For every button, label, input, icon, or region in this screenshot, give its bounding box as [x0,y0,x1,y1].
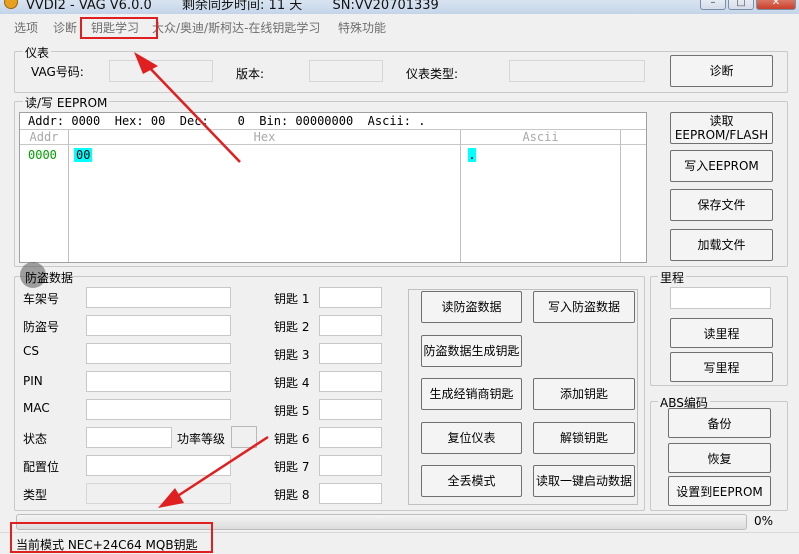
key-7-field[interactable] [319,455,382,476]
gen-dealer-key-button[interactable]: 生成经销商钥匙 [421,378,522,410]
abs-restore-button[interactable]: 恢复 [668,443,771,473]
maximize-button[interactable]: □ [728,0,754,10]
all-keys-lost-button[interactable]: 全丢模式 [421,465,522,497]
reset-cluster-button[interactable]: 复位仪表 [421,422,522,454]
key-2-label: 钥匙 2 [274,320,310,334]
vin-label: 车架号 [23,292,60,306]
power-level-field[interactable] [231,426,257,448]
diagnose-button[interactable]: 诊断 [670,55,773,87]
key-4-label: 钥匙 4 [274,376,310,390]
abs-backup-button[interactable]: 备份 [668,408,771,438]
key-6-label: 钥匙 6 [274,432,310,446]
mac-field[interactable] [86,399,231,420]
app-icon [4,0,18,9]
column-header-hex: Hex [253,130,276,144]
one-click-start-data-button[interactable]: 读取一键启动数据 [533,465,635,497]
row-addr: 0000 [28,148,57,162]
progress-label: 0% [754,514,774,528]
write-immo-button[interactable]: 写入防盗数据 [533,291,635,323]
vag-number-field[interactable] [109,60,213,82]
status-label: 状态 [23,432,48,446]
ascii-value: . [418,114,426,128]
cluster-type-field[interactable] [509,60,645,82]
sync-time-text: 剩余同步时间: 11 天 [182,0,303,13]
column-header-addr: Addr [29,130,59,144]
gen-key-from-immo-button[interactable]: 防盗数据生成钥匙 [421,335,522,367]
key-3-label: 钥匙 3 [274,348,310,362]
key-6-field[interactable] [319,427,382,448]
read-eeprom-line2: EEPROM/FLASH [674,128,769,142]
type-field[interactable] [86,483,231,504]
read-mileage-button[interactable]: 读里程 [670,318,773,348]
window-title-text: VVDI2 - VAG V6.0.0 [26,0,152,13]
column-header-ascii: Ascii [522,130,559,144]
menu-special-functions[interactable]: 特殊功能 [338,20,386,38]
pin-label: PIN [23,374,43,388]
close-button[interactable]: ✕ [756,0,796,10]
read-eeprom-button[interactable]: 读取 EEPROM/FLASH [670,112,773,144]
read-eeprom-line1: 读取 [709,114,734,128]
key-1-field[interactable] [319,287,382,308]
cs-field[interactable] [86,343,231,364]
save-file-button[interactable]: 保存文件 [670,189,773,221]
vin-field[interactable] [86,287,231,308]
mac-label: MAC [23,401,50,415]
abs-set-eeprom-button[interactable]: 设置到EEPROM [668,476,771,506]
annotation-box-menu [80,17,158,39]
immo-id-field[interactable] [86,315,231,336]
immo-legend: 防盗数据 [25,271,74,285]
key-1-label: 钥匙 1 [274,292,310,306]
config-field[interactable] [86,455,231,476]
type-label: 类型 [23,488,48,502]
key-5-label: 钥匙 5 [274,404,310,418]
cluster-type-label: 仪表类型: [406,67,459,81]
key-5-field[interactable] [319,399,382,420]
dec-value: 0 [237,114,245,128]
key-4-field[interactable] [319,371,382,392]
config-label: 配置位 [23,460,60,474]
window-title: VVDI2 - VAG V6.0.0 剩余同步时间: 11 天 SN:VV207… [26,0,439,13]
eeprom-status-line: Addr: 0000 Hex: 00 Dec: 0 Bin: 00000000 … [28,114,426,128]
immo-id-label: 防盗号 [23,320,60,334]
unlock-key-button[interactable]: 解锁钥匙 [533,422,635,454]
ascii-cell[interactable]: . [468,148,476,162]
hex-cell[interactable]: 00 [74,148,93,162]
version-label: 版本: [236,67,265,81]
power-level-label: 功率等级 [177,432,226,446]
title-bar: VVDI2 - VAG V6.0.0 剩余同步时间: 11 天 SN:VV207… [0,0,799,14]
menu-online-key-learning[interactable]: 大众/奥迪/斯柯达-在线钥匙学习 [152,20,320,38]
write-mileage-button[interactable]: 写里程 [670,352,773,382]
status-field[interactable] [86,427,172,448]
version-field[interactable] [309,60,383,82]
eeprom-legend: 读/写 EEPROM [23,94,110,111]
minimize-button[interactable]: – [700,0,726,10]
instrument-legend: 仪表 [23,44,52,61]
eeprom-hex-editor[interactable]: Addr: 0000 Hex: 00 Dec: 0 Bin: 00000000 … [19,112,647,263]
bin-value: 00000000 [295,114,354,128]
key-7-label: 钥匙 7 [274,460,310,474]
key-8-label: 钥匙 8 [274,488,310,502]
hex-value: 00 [150,114,166,128]
key-3-field[interactable] [319,343,382,364]
pin-field[interactable] [86,371,231,392]
menu-diagnose[interactable]: 诊断 [53,20,77,38]
cs-label: CS [23,344,39,358]
mileage-legend: 里程 [658,269,687,286]
load-file-button[interactable]: 加载文件 [670,229,773,261]
write-eeprom-button[interactable]: 写入EEPROM [670,150,773,182]
key-2-field[interactable] [319,315,382,336]
mileage-field[interactable] [670,287,771,309]
serial-number: SN:VV20701339 [332,0,439,13]
menu-options[interactable]: 选项 [14,20,38,38]
addr-value: 0000 [71,114,101,128]
add-key-button[interactable]: 添加钥匙 [533,378,635,410]
annotation-box-status [10,522,213,553]
key-8-field[interactable] [319,483,382,504]
vag-number-label: VAG号码: [31,65,84,79]
read-immo-button[interactable]: 读防盗数据 [421,291,522,323]
